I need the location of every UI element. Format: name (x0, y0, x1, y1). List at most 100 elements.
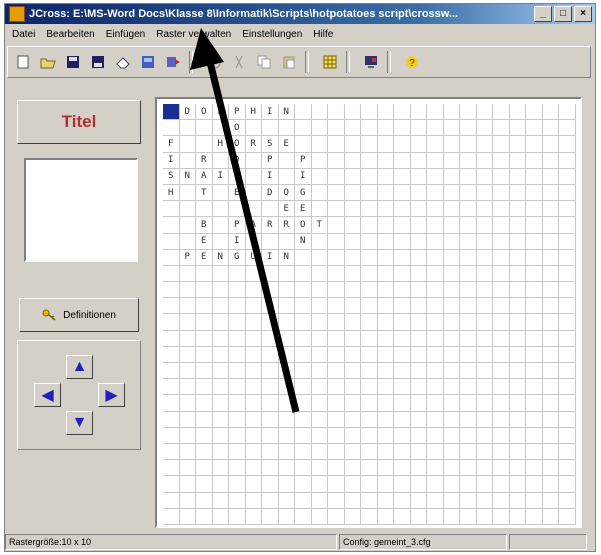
grid-cell[interactable]: N (212, 249, 229, 266)
grid-cell[interactable] (179, 476, 196, 493)
grid-cell[interactable] (229, 492, 246, 509)
arrow-up-button[interactable]: ▲ (66, 355, 93, 379)
grid-cell[interactable] (295, 411, 312, 428)
grid-cell[interactable] (377, 120, 394, 137)
menu-bearbeiten[interactable]: Bearbeiten (46, 29, 94, 40)
grid-cell[interactable] (361, 282, 378, 299)
grid-cell[interactable] (493, 104, 510, 121)
grid-cell[interactable] (542, 152, 559, 169)
grid-cell[interactable] (493, 249, 510, 266)
grid-cell[interactable] (196, 476, 213, 493)
grid-cell[interactable] (542, 184, 559, 202)
grid-cell[interactable] (328, 168, 345, 185)
grid-cell[interactable] (377, 233, 394, 250)
grid-cell[interactable] (196, 411, 213, 428)
grid-cell[interactable] (229, 411, 246, 428)
grid-cell[interactable] (179, 427, 196, 444)
menu-raster-verwalten[interactable]: Raster verwalten (156, 29, 231, 40)
grid-cell[interactable] (328, 363, 345, 380)
grid-cell[interactable] (509, 201, 526, 218)
grid-cell[interactable] (295, 282, 312, 299)
grid-cell[interactable] (377, 363, 394, 380)
grid-cell[interactable] (278, 282, 295, 299)
grid-cell[interactable] (361, 217, 378, 234)
grid-cell[interactable] (460, 379, 477, 396)
grid-cell[interactable]: E (196, 249, 213, 266)
grid-cell[interactable] (443, 476, 460, 493)
grid-cell[interactable] (295, 492, 312, 509)
grid-cell[interactable] (394, 120, 411, 137)
grid-cell[interactable] (460, 492, 477, 509)
grid-cell[interactable] (526, 282, 543, 299)
grid-cell[interactable] (262, 460, 279, 477)
grid-cell[interactable] (179, 379, 196, 396)
grid-cell[interactable] (410, 282, 427, 299)
grid-cell[interactable] (212, 508, 229, 525)
grid-cell[interactable] (196, 120, 213, 137)
grid-cell[interactable] (509, 104, 526, 121)
grid-cell[interactable] (476, 395, 493, 412)
grid-cell[interactable] (196, 314, 213, 331)
grid-cell[interactable]: E (278, 201, 295, 218)
grid-cell[interactable] (377, 217, 394, 234)
grid-cell[interactable] (311, 476, 328, 493)
grid-cell[interactable] (559, 104, 576, 121)
grid-cell[interactable] (427, 184, 444, 202)
grid-cell[interactable] (328, 411, 345, 428)
grid-cell[interactable] (559, 120, 576, 137)
grid-cell[interactable] (410, 217, 427, 234)
grid-cell[interactable]: E (278, 136, 295, 153)
paste-icon[interactable] (279, 52, 299, 72)
grid-cell[interactable] (410, 460, 427, 477)
grid-cell[interactable] (509, 120, 526, 137)
grid-cell[interactable]: R (262, 217, 279, 234)
grid-cell[interactable] (509, 492, 526, 509)
grid-cell[interactable] (377, 168, 394, 185)
grid-cell[interactable] (295, 298, 312, 315)
grid-cell[interactable] (410, 492, 427, 509)
grid-cell[interactable] (295, 136, 312, 153)
grid-cell[interactable] (262, 282, 279, 299)
grid-cell[interactable] (278, 427, 295, 444)
grid-cell[interactable] (410, 136, 427, 153)
grid-cell[interactable] (311, 282, 328, 299)
grid-cell[interactable] (542, 249, 559, 266)
grid-cell[interactable] (443, 201, 460, 218)
grid-cell[interactable] (476, 443, 493, 461)
grid-cell[interactable] (542, 443, 559, 461)
grid-cell[interactable] (394, 492, 411, 509)
grid-cell[interactable] (476, 508, 493, 525)
grid-cell[interactable] (179, 330, 196, 347)
grid-cell[interactable] (542, 217, 559, 234)
grid-cell[interactable] (410, 330, 427, 347)
grid-cell[interactable] (278, 443, 295, 461)
grid-cell[interactable] (476, 104, 493, 121)
grid-cell[interactable] (427, 476, 444, 493)
grid-cell[interactable] (394, 476, 411, 493)
grid-cell[interactable] (311, 330, 328, 347)
maximize-button[interactable]: □ (554, 6, 572, 22)
grid-cell[interactable] (196, 395, 213, 412)
grid-cell[interactable]: I (229, 233, 246, 250)
grid-cell[interactable] (361, 201, 378, 218)
grid-cell[interactable] (229, 379, 246, 396)
grid-cell[interactable] (212, 217, 229, 234)
grid-cell[interactable]: I (262, 104, 279, 121)
grid-cell[interactable] (311, 168, 328, 185)
grid-cell[interactable] (427, 427, 444, 444)
grid-cell[interactable] (361, 104, 378, 121)
grid-cell[interactable]: R (245, 136, 262, 153)
grid-cell[interactable] (344, 104, 361, 121)
grid-cell[interactable] (311, 104, 328, 121)
grid-cell[interactable] (377, 427, 394, 444)
grid-cell[interactable] (212, 233, 229, 250)
arrow-left-button[interactable]: ◀ (34, 383, 61, 407)
menu-hilfe[interactable]: Hilfe (313, 29, 333, 40)
grid-cell[interactable] (410, 233, 427, 250)
grid-cell[interactable] (245, 411, 262, 428)
grid-cell[interactable] (163, 363, 180, 380)
grid-cell[interactable] (460, 152, 477, 169)
grid-cell[interactable] (311, 265, 328, 283)
grid-cell[interactable] (542, 104, 559, 121)
grid-cell[interactable] (509, 265, 526, 283)
